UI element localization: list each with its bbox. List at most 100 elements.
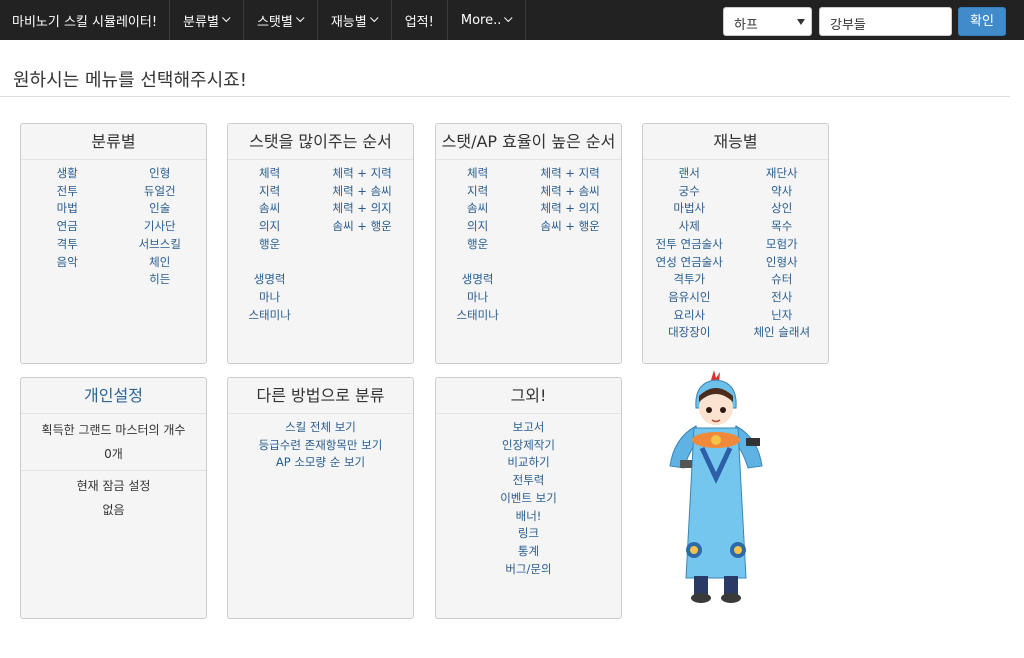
stat-combo-link[interactable]: 체력 + 의지 bbox=[311, 200, 413, 218]
panel-title: 개인설정 bbox=[21, 378, 206, 414]
talent-link[interactable]: 사제 bbox=[643, 218, 736, 236]
chevron-down-icon bbox=[295, 13, 305, 23]
talent-link[interactable]: 랜서 bbox=[643, 165, 736, 183]
panel-title: 재능별 bbox=[643, 124, 828, 160]
category-link[interactable]: 격투 bbox=[21, 236, 114, 254]
etc-link[interactable]: 보고서 bbox=[436, 419, 621, 437]
stat-link[interactable]: 지력 bbox=[436, 183, 519, 201]
lock-value: 없음 bbox=[102, 503, 125, 517]
divider bbox=[21, 470, 206, 471]
nav-category[interactable]: 분류별 bbox=[170, 0, 244, 40]
panel-title: 분류별 bbox=[21, 124, 206, 160]
talent-link[interactable]: 대장장이 bbox=[643, 324, 736, 342]
instrument-select[interactable]: 하프 bbox=[723, 7, 812, 36]
stat-link[interactable]: 행운 bbox=[228, 236, 311, 254]
stat-link[interactable]: 체력 bbox=[228, 165, 311, 183]
panel-title: 그외! bbox=[436, 378, 621, 414]
stat-link[interactable]: 솜씨 bbox=[228, 200, 311, 218]
stat-link[interactable]: 마나 bbox=[228, 289, 311, 307]
name-input[interactable]: 강부들 bbox=[819, 7, 952, 36]
stat-link[interactable]: 지력 bbox=[228, 183, 311, 201]
panel-personal: 개인설정 획득한 그랜드 마스터의 개수 0개 현재 잠금 설정 없음 bbox=[20, 377, 207, 619]
category-link[interactable]: 체인 bbox=[114, 254, 207, 272]
grandmaster-count: 0개 bbox=[104, 447, 123, 461]
category-link[interactable]: 전투 bbox=[21, 183, 114, 201]
nav-more[interactable]: More.. bbox=[448, 0, 527, 40]
talent-link[interactable]: 인형사 bbox=[736, 254, 829, 272]
sort-option-link[interactable]: AP 소모량 순 보기 bbox=[228, 454, 413, 472]
category-link[interactable]: 연금 bbox=[21, 218, 114, 236]
stat-combo-link[interactable]: 솜씨 + 행운 bbox=[311, 218, 413, 236]
stat-link[interactable]: 마나 bbox=[436, 289, 519, 307]
etc-link[interactable]: 전투력 bbox=[436, 472, 621, 490]
etc-link[interactable]: 버그/문의 bbox=[436, 561, 621, 579]
talent-link[interactable]: 닌자 bbox=[736, 307, 829, 325]
nav-talent-label: 재능별 bbox=[330, 14, 367, 30]
talent-link[interactable]: 음유시인 bbox=[643, 289, 736, 307]
grandmaster-label: 획득한 그랜드 마스터의 개수 bbox=[41, 423, 186, 437]
divider bbox=[0, 96, 1010, 97]
talent-link[interactable]: 전투 연금술사 bbox=[643, 236, 736, 254]
etc-link[interactable]: 이벤트 보기 bbox=[436, 490, 621, 508]
etc-link[interactable]: 통계 bbox=[436, 543, 621, 561]
etc-link[interactable]: 인장제작기 bbox=[436, 437, 621, 455]
talent-link[interactable]: 전사 bbox=[736, 289, 829, 307]
stat-combo-link[interactable]: 체력 + 지력 bbox=[311, 165, 413, 183]
etc-link[interactable]: 배너! bbox=[436, 508, 621, 526]
etc-link[interactable]: 비교하기 bbox=[436, 454, 621, 472]
stat-link[interactable]: 생명력 bbox=[228, 271, 311, 289]
talent-link[interactable]: 재단사 bbox=[736, 165, 829, 183]
talent-link[interactable]: 슈터 bbox=[736, 271, 829, 289]
select-value: 하프 bbox=[734, 18, 758, 33]
stat-link[interactable]: 스태미나 bbox=[436, 307, 519, 325]
stat-link[interactable]: 행운 bbox=[436, 236, 519, 254]
nav-talent[interactable]: 재능별 bbox=[318, 0, 392, 40]
category-link[interactable]: 음악 bbox=[21, 254, 114, 272]
talent-link[interactable]: 체인 슬래셔 bbox=[736, 324, 829, 342]
talent-link[interactable]: 요리사 bbox=[643, 307, 736, 325]
talent-link[interactable]: 연성 연금술사 bbox=[643, 254, 736, 272]
nav-stat[interactable]: 스탯별 bbox=[244, 0, 318, 40]
category-link[interactable]: 생활 bbox=[21, 165, 114, 183]
talent-link[interactable]: 약사 bbox=[736, 183, 829, 201]
category-link[interactable]: 인형 bbox=[114, 165, 207, 183]
page-title: 원하시는 메뉴를 선택해주시죠! bbox=[13, 70, 247, 91]
category-link[interactable]: 히든 bbox=[114, 271, 207, 289]
nav-achievement[interactable]: 업적! bbox=[392, 0, 448, 40]
category-link[interactable]: 마법 bbox=[21, 200, 114, 218]
talent-link[interactable]: 상인 bbox=[736, 200, 829, 218]
category-link[interactable]: 기사단 bbox=[114, 218, 207, 236]
stat-link[interactable]: 솜씨 bbox=[436, 200, 519, 218]
panel-title: 스탯/AP 효율이 높은 순서 bbox=[436, 124, 621, 160]
nav-achievement-label: 업적! bbox=[404, 14, 434, 30]
stat-combo-link[interactable]: 솜씨 + 행운 bbox=[519, 218, 621, 236]
category-link[interactable]: 서브스킬 bbox=[114, 236, 207, 254]
etc-link[interactable]: 링크 bbox=[436, 525, 621, 543]
talent-link[interactable]: 궁수 bbox=[643, 183, 736, 201]
nav-more-label: More.. bbox=[460, 12, 502, 28]
stat-link[interactable]: 의지 bbox=[228, 218, 311, 236]
sort-option-link[interactable]: 등급수련 존재항목만 보기 bbox=[228, 437, 413, 455]
sort-option-link[interactable]: 스킬 전체 보기 bbox=[228, 419, 413, 437]
stat-combo-link[interactable]: 체력 + 솜씨 bbox=[311, 183, 413, 201]
submit-button[interactable]: 확인 bbox=[958, 7, 1006, 36]
talent-link[interactable]: 모험가 bbox=[736, 236, 829, 254]
brand-link[interactable]: 마비노기 스킬 시뮬레이터! bbox=[0, 0, 171, 40]
panel-etc: 그외! 보고서 인장제작기 비교하기 전투력 이벤트 보기 배너! 링크 통계 버그/문의 bbox=[435, 377, 622, 619]
stat-link[interactable]: 의지 bbox=[436, 218, 519, 236]
stat-link[interactable]: 스태미나 bbox=[228, 307, 311, 325]
category-link[interactable]: 인술 bbox=[114, 200, 207, 218]
stat-combo-link[interactable]: 체력 + 지력 bbox=[519, 165, 621, 183]
talent-link[interactable]: 목수 bbox=[736, 218, 829, 236]
talent-link[interactable]: 마법사 bbox=[643, 200, 736, 218]
chevron-down-icon bbox=[504, 13, 513, 23]
stat-combo-link[interactable]: 체력 + 의지 bbox=[519, 200, 621, 218]
nav-category-label: 분류별 bbox=[183, 14, 219, 30]
stat-link[interactable]: 체력 bbox=[436, 165, 519, 183]
stat-combo-link[interactable]: 체력 + 솜씨 bbox=[519, 183, 621, 201]
panel-stat-most: 스탯을 많이주는 순서 체력 지력 솜씨 의지 행운 생명력 마나 스태미나 체력 + 지력 체… bbox=[227, 123, 414, 364]
panel-other-way: 다른 방법으로 분류 스킬 전체 보기 등급수련 존재항목만 보기 AP 소모량 순… bbox=[227, 377, 414, 619]
stat-link[interactable]: 생명력 bbox=[436, 271, 519, 289]
category-link[interactable]: 듀얼건 bbox=[114, 183, 207, 201]
talent-link[interactable]: 격투가 bbox=[643, 271, 736, 289]
